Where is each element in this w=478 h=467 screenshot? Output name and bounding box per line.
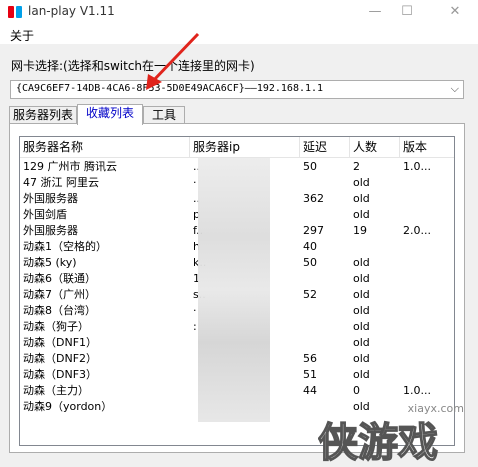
cell-name: 动森5 (ky) xyxy=(23,256,77,269)
cell-name: 动森（DNF3） xyxy=(23,368,98,381)
cell-players: old xyxy=(353,208,370,221)
cell-latency xyxy=(300,319,350,335)
cell-name: 47 浙江 阿里云 xyxy=(23,176,99,189)
cell-name: 动森9（yordon） xyxy=(23,400,113,413)
cell-players: old xyxy=(353,400,370,413)
tab-server-list[interactable]: 服务器列表 xyxy=(9,106,77,124)
cell-latency: 56 xyxy=(303,352,317,365)
cell-latency: 50 xyxy=(303,256,317,269)
nic-label: 网卡选择:(选择和switch在一个连接里的网卡) xyxy=(11,59,255,73)
nic-selected-value: {CA9C6EF7-14DB-4CA6-8F53-5D0E49ACA6CF}——… xyxy=(16,83,324,94)
cell-latency: 40 xyxy=(303,240,317,253)
cell-players: old xyxy=(353,352,370,365)
cell-players: old xyxy=(353,368,370,381)
cell-players: old xyxy=(353,256,370,269)
tab-tools[interactable]: 工具 xyxy=(143,106,185,124)
cell-latency xyxy=(300,399,350,415)
cell-players: 2 xyxy=(353,160,360,173)
cell-players: 0 xyxy=(353,384,360,397)
cell-players: old xyxy=(353,192,370,205)
cell-name: 外国服务器 xyxy=(23,224,78,237)
cell-name: 动森8（台湾） xyxy=(23,304,96,317)
title-bar[interactable]: lan-play V1.11 — ☐ ✕ xyxy=(0,0,478,24)
cell-version xyxy=(400,255,454,271)
cell-name: 外国剑盾 xyxy=(23,208,67,221)
cell-latency xyxy=(300,175,350,191)
cell-version xyxy=(400,239,454,255)
cell-name: 129 广州市 腾讯云 xyxy=(23,160,117,173)
cell-latency xyxy=(300,335,350,351)
svg-text:侠游戏: 侠游戏 xyxy=(318,420,438,464)
column-header-name[interactable]: 服务器名称 xyxy=(20,137,190,157)
column-header-players[interactable]: 人数 xyxy=(350,137,400,157)
cell-version: 1.0... xyxy=(403,384,431,397)
cell-latency xyxy=(300,207,350,223)
cell-latency: 44 xyxy=(303,384,317,397)
cell-players: 19 xyxy=(353,224,367,237)
cell-name: 动森6（联通） xyxy=(23,272,96,285)
cell-version xyxy=(400,207,454,223)
cell-latency xyxy=(300,303,350,319)
list-header: 服务器名称 服务器ip 延迟 人数 版本 xyxy=(20,137,454,158)
cell-latency: 50 xyxy=(303,160,317,173)
cell-version xyxy=(400,335,454,351)
chevron-down-icon[interactable]: ⌵ xyxy=(451,82,459,96)
cell-players: old xyxy=(353,320,370,333)
cell-name: 动森7（广州） xyxy=(23,288,96,301)
maximize-button[interactable]: ☐ xyxy=(392,2,422,22)
cell-players: old xyxy=(353,336,370,349)
cell-players: old xyxy=(353,288,370,301)
cell-version xyxy=(400,351,454,367)
cell-name: 动森（主力） xyxy=(23,384,89,397)
cell-name: 动森（DNF1） xyxy=(23,336,98,349)
cell-version xyxy=(400,367,454,383)
cell-version xyxy=(400,319,454,335)
cell-version: 2.0... xyxy=(403,224,431,237)
watermark-site: xiayx.com xyxy=(407,402,464,415)
cell-version xyxy=(400,303,454,319)
cell-latency: 52 xyxy=(303,288,317,301)
cell-players: old xyxy=(353,304,370,317)
cell-players: old xyxy=(353,272,370,285)
cell-version xyxy=(400,191,454,207)
cell-name: 外国服务器 xyxy=(23,192,78,205)
cell-latency: 51 xyxy=(303,368,317,381)
column-header-ip[interactable]: 服务器ip xyxy=(190,137,300,157)
menu-bar: 关于 xyxy=(0,24,478,44)
cell-version xyxy=(400,271,454,287)
cell-name: 动森1（空格的） xyxy=(23,240,107,253)
cell-version xyxy=(400,287,454,303)
watermark-logo: 侠游戏 xyxy=(318,419,439,464)
cell-latency: 297 xyxy=(303,224,324,237)
window-title: lan-play V1.11 xyxy=(28,4,115,18)
cell-name: 动森（狗子） xyxy=(23,320,89,333)
tab-favorites[interactable]: 收藏列表 xyxy=(77,104,143,125)
close-button[interactable]: ✕ xyxy=(440,2,470,22)
nic-select[interactable]: {CA9C6EF7-14DB-4CA6-8F53-5D0E49ACA6CF}——… xyxy=(10,80,464,99)
cell-players: old xyxy=(353,176,370,189)
cell-version xyxy=(400,175,454,191)
column-header-latency[interactable]: 延迟 xyxy=(300,137,350,157)
cell-name: 动森（DNF2） xyxy=(23,352,98,365)
column-header-version[interactable]: 版本 xyxy=(400,137,454,157)
cell-players xyxy=(350,239,400,255)
cell-latency: 362 xyxy=(303,192,324,205)
menu-about[interactable]: 关于 xyxy=(10,27,34,44)
pixelation-overlay xyxy=(198,158,270,422)
cell-version: 1.0... xyxy=(403,160,431,173)
app-icon xyxy=(8,6,22,18)
minimize-button[interactable]: — xyxy=(360,2,390,22)
cell-latency xyxy=(300,271,350,287)
